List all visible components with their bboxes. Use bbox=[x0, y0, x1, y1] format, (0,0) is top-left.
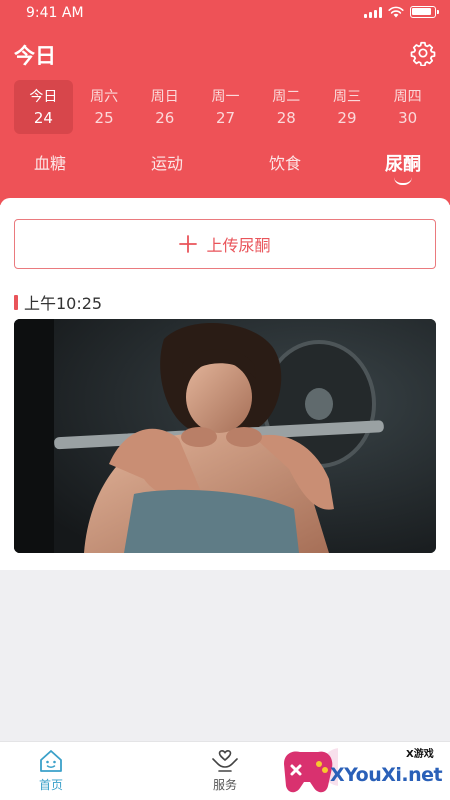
day-weekday: 今日 bbox=[29, 89, 58, 105]
day-weekday: 周三 bbox=[332, 89, 361, 105]
signal-icon bbox=[364, 6, 382, 18]
day-weekday: 周二 bbox=[272, 89, 301, 105]
day-weekday: 周一 bbox=[211, 89, 240, 105]
nav-service[interactable]: 服务 bbox=[190, 749, 260, 793]
status-bar: 9:41 AM bbox=[0, 0, 450, 26]
record-marker bbox=[14, 294, 18, 310]
record-photo[interactable] bbox=[14, 319, 436, 553]
watermark-text: XYouXi.net bbox=[330, 764, 443, 786]
page-title: 今日 bbox=[14, 44, 56, 68]
day-item[interactable]: 今日 24 bbox=[14, 80, 73, 134]
main-content: 上传尿酮 上午10:25 bbox=[0, 198, 450, 570]
gamepad-logo-icon bbox=[284, 748, 338, 793]
gear-icon[interactable] bbox=[410, 40, 436, 66]
day-item[interactable]: 周二 28 bbox=[257, 80, 316, 134]
plus-icon bbox=[179, 235, 198, 253]
day-item[interactable]: 周三 29 bbox=[318, 80, 377, 134]
record-time-header: 上午10:25 bbox=[14, 292, 103, 313]
tab-active-indicator bbox=[394, 177, 412, 185]
tab-urine-ketone[interactable]: 尿酮 bbox=[358, 150, 448, 185]
tab-exercise[interactable]: 运动 bbox=[122, 150, 212, 174]
header: 9:41 AM 今日 今日 24 周六 25 周日 26 周一 27 周二 28… bbox=[0, 0, 450, 205]
status-icons bbox=[364, 6, 439, 18]
day-date: 24 bbox=[33, 109, 53, 127]
record-time: 上午10:25 bbox=[24, 294, 103, 313]
hands-heart-icon bbox=[212, 749, 238, 772]
day-date: 25 bbox=[94, 109, 114, 127]
day-date: 27 bbox=[215, 109, 236, 127]
day-item[interactable]: 周一 27 bbox=[196, 80, 255, 134]
upload-urine-ketone-button[interactable]: 上传尿酮 bbox=[14, 219, 436, 269]
day-weekday: 周日 bbox=[150, 89, 179, 105]
day-date: 30 bbox=[398, 109, 418, 127]
home-icon bbox=[40, 750, 62, 772]
wifi-icon bbox=[388, 6, 404, 18]
nav-home-label: 首页 bbox=[38, 778, 63, 792]
upload-button-label: 上传尿酮 bbox=[206, 236, 271, 255]
battery-icon bbox=[410, 6, 439, 18]
day-weekday: 周四 bbox=[393, 89, 422, 105]
day-item[interactable]: 周日 26 bbox=[135, 80, 194, 134]
day-item[interactable]: 周四 30 bbox=[378, 80, 437, 134]
tab-diet[interactable]: 饮食 bbox=[240, 150, 330, 174]
day-date: 28 bbox=[276, 109, 296, 127]
day-date: 26 bbox=[155, 109, 175, 127]
tab-blood-sugar[interactable]: 血糖 bbox=[5, 150, 95, 174]
status-time: 9:41 AM bbox=[26, 5, 84, 21]
date-selector: 今日 24 周六 25 周日 26 周一 27 周二 28 周三 29 周四 3… bbox=[14, 80, 439, 134]
day-date: 29 bbox=[337, 109, 357, 127]
day-item[interactable]: 周六 25 bbox=[75, 80, 134, 134]
record-photo-image bbox=[14, 319, 436, 553]
watermark-small-text: X游戏 bbox=[406, 749, 434, 760]
day-weekday: 周六 bbox=[90, 89, 119, 105]
tab-label: 尿酮 bbox=[385, 154, 421, 175]
nav-service-label: 服务 bbox=[212, 778, 237, 792]
category-tabs: 血糖 运动 饮食 尿酮 bbox=[0, 150, 450, 190]
nav-home[interactable]: 首页 bbox=[16, 749, 86, 793]
watermark: X游戏 XYouXi.net bbox=[278, 742, 450, 800]
